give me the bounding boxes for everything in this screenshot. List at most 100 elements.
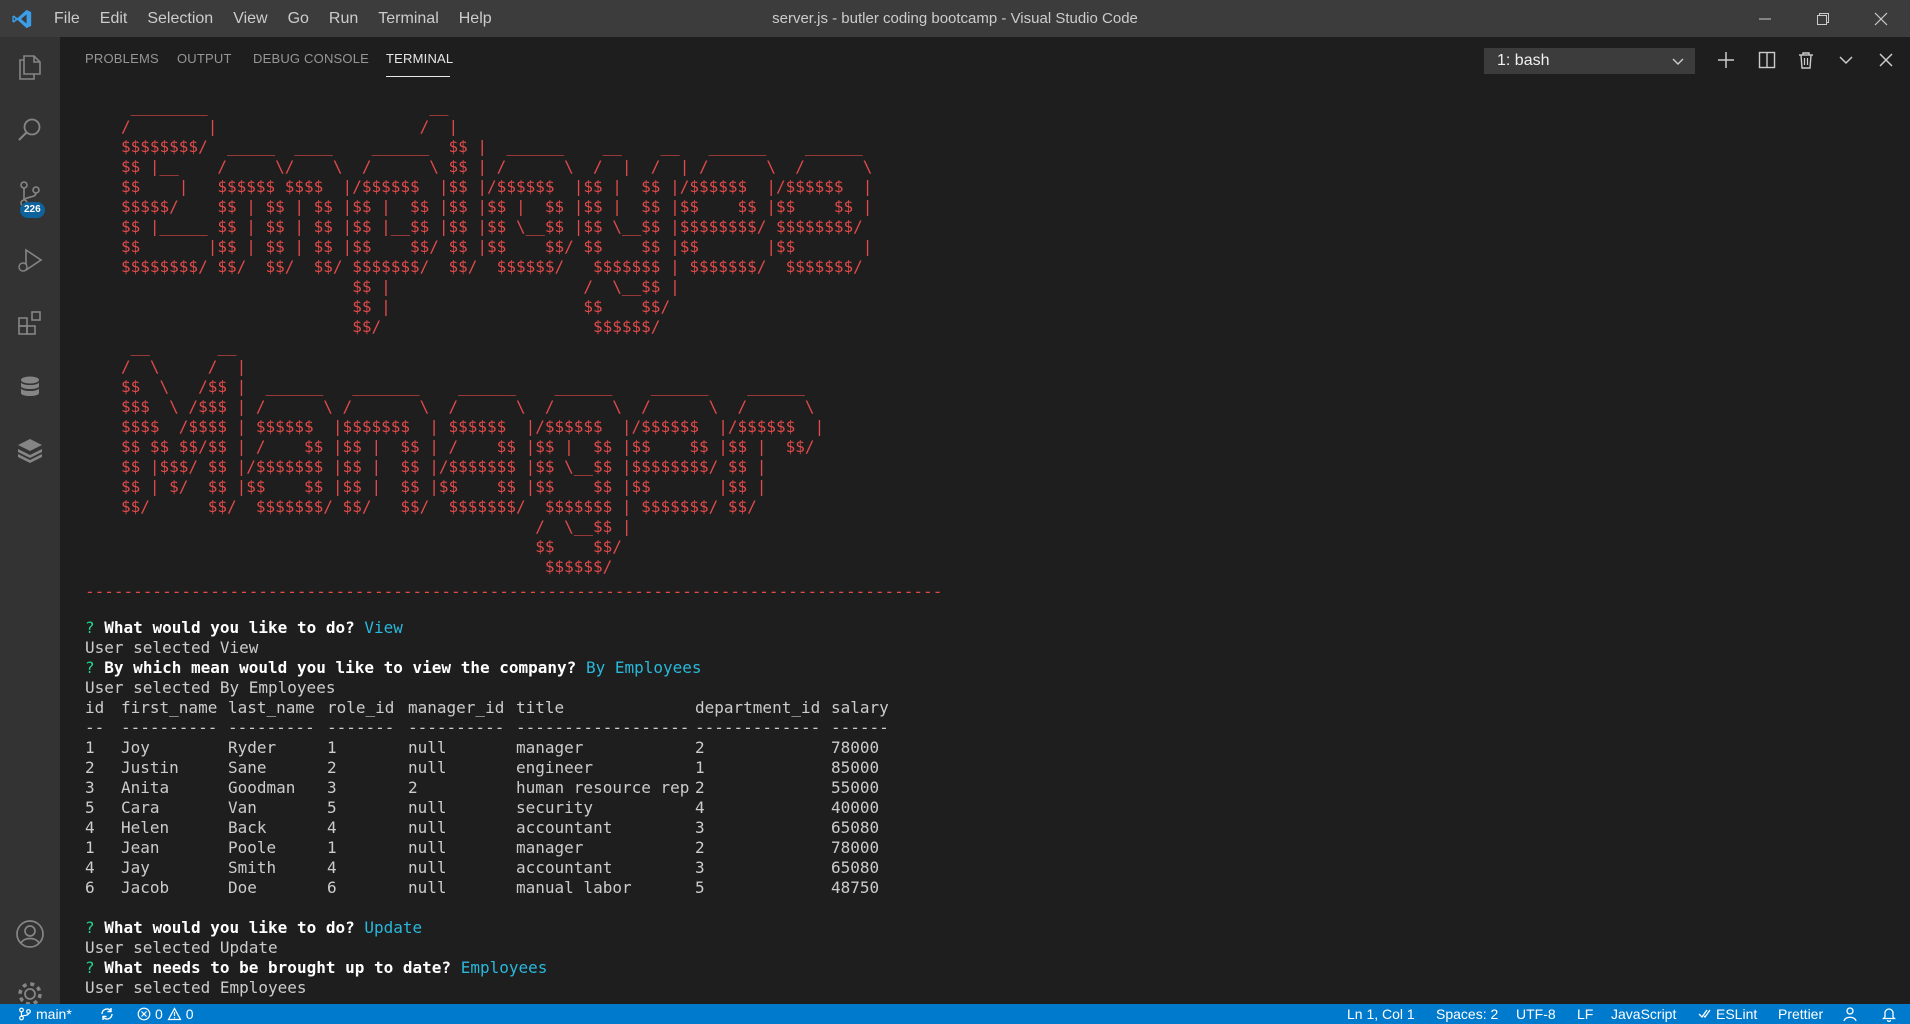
ascii-line: ________ __ <box>121 97 449 116</box>
notifications-button[interactable] <box>1882 1004 1896 1024</box>
ascii-line: / \ / | <box>121 357 247 376</box>
tab-problems[interactable]: PROBLEMS <box>85 51 159 66</box>
source-control-button[interactable]: 226 <box>0 164 60 224</box>
menu-file[interactable]: File <box>44 0 90 37</box>
table-cell: null <box>408 818 447 837</box>
cursor-position[interactable]: Ln 1, Col 1 <box>1347 1004 1415 1024</box>
branch-indicator[interactable]: main* <box>18 1004 72 1024</box>
menu-go[interactable]: Go <box>278 0 319 37</box>
table-cell: 4 <box>695 798 705 817</box>
log-line: User selected Employees <box>85 978 307 997</box>
table-cell: 4 <box>85 818 95 837</box>
terminal-output[interactable]: ________ __ / | / | $$$$$$$$/ _____ ____ _… <box>85 83 1885 1004</box>
table-row: 2 Justin Sane 2 null engineer 1 85000 <box>85 758 891 778</box>
table-cell: Helen <box>121 818 170 837</box>
encoding-setting[interactable]: UTF-8 <box>1516 1004 1556 1024</box>
run-debug-icon <box>18 248 43 272</box>
table-cell: Cara <box>121 798 160 817</box>
table-cell: 2 <box>327 758 337 777</box>
prettier-status[interactable]: Prettier <box>1778 1004 1823 1024</box>
table-cell: 1 <box>327 738 337 757</box>
accounts-button[interactable] <box>0 904 60 964</box>
menu-run[interactable]: Run <box>319 0 368 37</box>
table-cell: 48750 <box>831 878 880 897</box>
problems-indicator[interactable]: 0 0 <box>137 1004 194 1024</box>
table-cell: ------------------ <box>516 718 690 737</box>
ascii-line: $$ \ /$$ | ______ _______ ______ ______ … <box>121 377 805 396</box>
menu-selection[interactable]: Selection <box>137 0 223 37</box>
table-cell: Anita <box>121 778 170 797</box>
ascii-line: $$ |$$$/ $$ |/$$$$$$$ |$$ | $$ |/$$$$$$$… <box>121 457 767 476</box>
table-cell: 40000 <box>831 798 880 817</box>
eol-setting[interactable]: LF <box>1577 1004 1593 1024</box>
table-cell: Back <box>228 818 267 837</box>
table-cell: department_id <box>695 698 821 717</box>
table-cell: 6 <box>85 878 95 897</box>
terminal-instance-select[interactable]: 1: bash <box>1484 48 1695 74</box>
kill-terminal-button[interactable] <box>1792 46 1820 74</box>
database-button[interactable] <box>0 357 60 417</box>
extensions-button[interactable] <box>0 293 60 353</box>
restore-icon <box>1817 12 1829 25</box>
ascii-banner-employee: ________ __ / | / | $$$$$$$$/ _____ ____ _… <box>121 97 872 337</box>
split-terminal-button[interactable] <box>1753 46 1781 74</box>
tab-terminal[interactable]: TERMINAL <box>386 51 453 66</box>
ascii-line: $$ |_____ $$ | $$ | $$ |$$ |__$$ |$$ |$$… <box>121 217 863 236</box>
ascii-line: $$ | $$ $$/ <box>121 297 671 316</box>
run-debug-button[interactable] <box>0 230 60 290</box>
activity-bar: 226 1 <box>0 37 60 1022</box>
files-icon <box>19 55 41 80</box>
restore-button[interactable] <box>1794 0 1852 37</box>
search-button[interactable] <box>0 100 60 160</box>
warning-icon <box>167 1007 182 1021</box>
table-cell: 1 <box>327 838 337 857</box>
sync-icon <box>101 1008 113 1020</box>
menu-help[interactable]: Help <box>449 0 502 37</box>
sync-button[interactable] <box>99 1004 115 1024</box>
indentation-setting[interactable]: Spaces: 2 <box>1436 1004 1498 1024</box>
table-cell: 5 <box>695 878 705 897</box>
close-window-button[interactable] <box>1852 0 1910 37</box>
terminal-instance-value: 1: bash <box>1497 52 1550 69</box>
table-cell: null <box>408 858 447 877</box>
table-cell: accountant <box>516 858 613 877</box>
table-cell: Joy <box>121 738 150 757</box>
table-cell: salary <box>831 698 889 717</box>
table-cell: null <box>408 738 447 757</box>
table-cell: manager_id <box>408 698 505 717</box>
explorer-button[interactable] <box>0 37 60 97</box>
trash-icon <box>1799 52 1813 69</box>
table-cell: null <box>408 878 447 897</box>
branch-name: main* <box>36 1006 72 1022</box>
feedback-button[interactable] <box>1842 1004 1858 1024</box>
table-cell: 2 <box>695 778 705 797</box>
ascii-line: $$/ $$$$$$/ <box>121 317 661 336</box>
error-icon <box>137 1007 151 1021</box>
menu-view[interactable]: View <box>223 0 277 37</box>
maximize-panel-button[interactable] <box>1832 46 1860 74</box>
split-icon <box>1758 51 1776 69</box>
language-mode[interactable]: JavaScript <box>1611 1004 1676 1024</box>
eslint-status[interactable]: ESLint <box>1698 1004 1757 1024</box>
tab-output[interactable]: OUTPUT <box>177 51 232 66</box>
plus-icon <box>1718 52 1734 68</box>
table-cell: 1 <box>85 838 95 857</box>
table-row: 1 Jean Poole 1 null manager 2 78000 <box>85 838 891 858</box>
menu-edit[interactable]: Edit <box>90 0 138 37</box>
table-cell: ------ <box>831 718 889 737</box>
vscode-logo-icon <box>0 0 44 37</box>
minimize-button[interactable] <box>1736 0 1794 37</box>
table-cell: 65080 <box>831 818 880 837</box>
menu-terminal[interactable]: Terminal <box>368 0 448 37</box>
close-panel-button[interactable] <box>1872 46 1900 74</box>
table-cell: Smith <box>228 858 277 877</box>
ascii-line: $$ | $$$$$$ $$$$ |/$$$$$$ |$$ |/$$$$$$ |… <box>121 177 873 196</box>
chevron-down-icon <box>1672 58 1684 65</box>
table-cell: role_id <box>327 698 395 717</box>
stack-button[interactable] <box>0 420 60 480</box>
new-terminal-button[interactable] <box>1712 46 1740 74</box>
extensions-icon <box>18 311 41 335</box>
table-cell: engineer <box>516 758 594 777</box>
tab-debug-console[interactable]: DEBUG CONSOLE <box>253 51 369 66</box>
